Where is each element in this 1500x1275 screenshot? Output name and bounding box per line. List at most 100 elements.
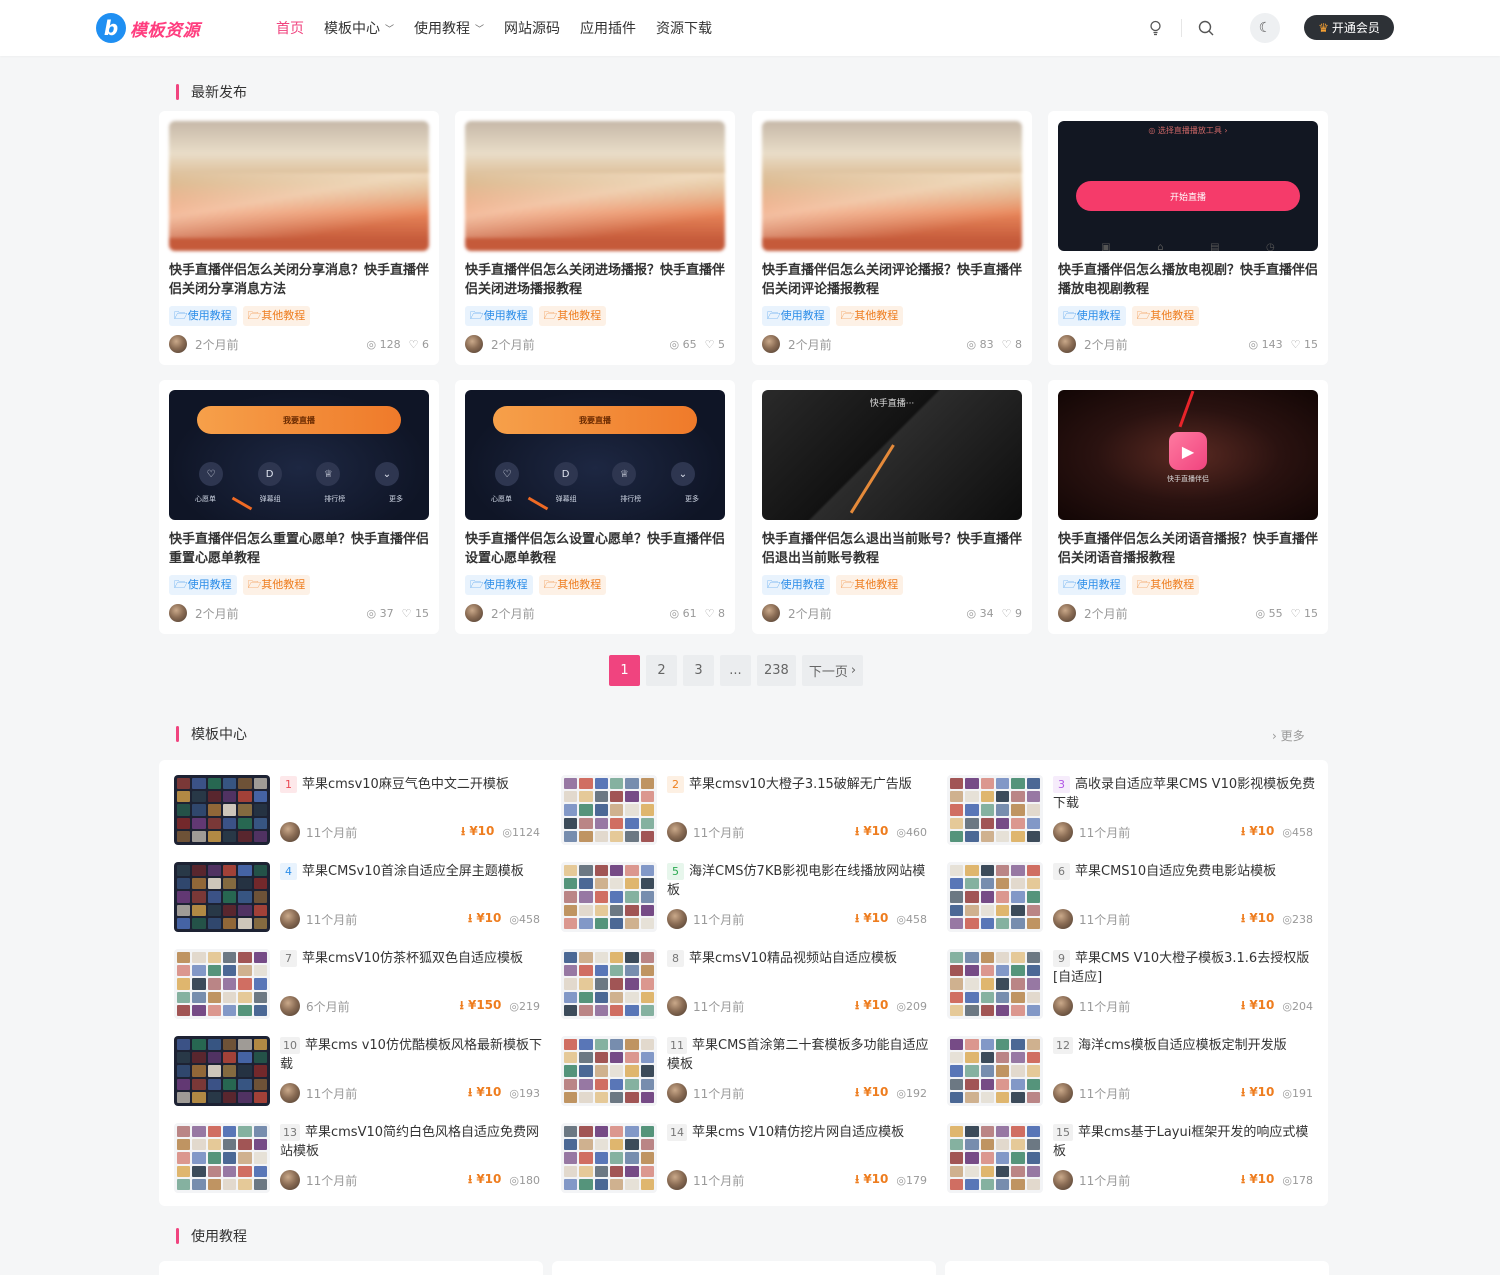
search-icon[interactable] [1196,18,1216,38]
nav-item-home[interactable]: 首页 [276,18,304,38]
tag-tutorial[interactable]: 🗁使用教程 [762,575,830,595]
template-thumbnail[interactable] [561,949,657,1019]
tag-other[interactable]: 🗁其他教程 [242,306,311,326]
template-title[interactable]: 6 苹果CMS10自适应免费电影站模板 [1053,862,1319,900]
page-last-button[interactable]: 238 [757,655,796,686]
template-title[interactable]: 15 苹果cms基于Layui框架开发的响应式模板 [1053,1123,1319,1161]
avatar[interactable] [280,1170,300,1190]
avatar[interactable] [1058,604,1076,622]
post-thumbnail[interactable]: ▶ 快手直播伴侣 [1058,390,1318,520]
post-card[interactable]: 快手直播伴侣怎么关闭评论播报？快手直播伴侣关闭评论播报教程 🗁使用教程 🗁其他教程 2… [752,111,1032,365]
template-item[interactable]: 3 高收录自适应苹果CMS V10影视模板免费下载 11个月前 ⭳ ¥10 ◎458 [947,775,1319,845]
template-thumbnail[interactable] [947,1123,1043,1193]
tag-other[interactable]: 🗁其他教程 [1131,575,1200,595]
tag-tutorial[interactable]: 🗁使用教程 [465,575,533,595]
template-thumbnail[interactable] [561,1123,657,1193]
tag-other[interactable]: 🗁其他教程 [538,575,607,595]
template-title[interactable]: 8 苹果cmsV10精品视频站自适应模板 [667,949,933,987]
template-item[interactable]: 2 苹果cmsv10大橙子3.15破解无广告版 11个月前 ⭳ ¥10 ◎460 [561,775,933,845]
tag-other[interactable]: 🗁其他教程 [835,575,904,595]
tag-tutorial[interactable]: 🗁使用教程 [465,306,533,326]
template-thumbnail[interactable] [174,775,270,845]
post-title[interactable]: 快手直播伴侣怎么关闭分享消息？快手直播伴侣关闭分享消息方法 [169,261,429,299]
template-item[interactable]: 5 海洋CMS仿7KB影视电影在线播放网站模板 11个月前 ⭳ ¥10 ◎458 [561,862,933,932]
template-title[interactable]: 1 苹果cmsv10麻豆气色中文二开模板 [280,775,546,813]
avatar[interactable] [1053,996,1073,1016]
avatar[interactable] [280,1083,300,1103]
template-title[interactable]: 5 海洋CMS仿7KB影视电影在线播放网站模板 [667,862,933,900]
tag-other[interactable]: 🗁其他教程 [538,306,607,326]
avatar[interactable] [762,604,780,622]
avatar[interactable] [1053,822,1073,842]
avatar[interactable] [1053,1170,1073,1190]
template-thumbnail[interactable] [174,1036,270,1106]
avatar[interactable] [465,604,483,622]
tag-tutorial[interactable]: 🗁使用教程 [169,306,237,326]
post-thumbnail[interactable] [465,121,725,251]
avatar[interactable] [169,335,187,353]
post-title[interactable]: 快手直播伴侣怎么关闭进场播报？快手直播伴侣关闭进场播报教程 [465,261,725,299]
post-card[interactable]: ▶ 快手直播伴侣快手直播伴侣怎么关闭语音播报？快手直播伴侣关闭语音播报教程 🗁使用教… [1048,380,1328,634]
template-thumbnail[interactable] [947,775,1043,845]
template-item[interactable]: 13 苹果cmsV10简约白色风格自适应免费网站模板 11个月前 ⭳ ¥10 ◎180 [174,1123,546,1193]
post-title[interactable]: 快手直播伴侣怎么关闭评论播报？快手直播伴侣关闭评论播报教程 [762,261,1022,299]
template-item[interactable]: 4 苹果CMSv10首涂自适应全屏主题模板 11个月前 ⭳ ¥10 ◎458 [174,862,546,932]
avatar[interactable] [667,909,687,929]
avatar[interactable] [762,335,780,353]
template-item[interactable]: 15 苹果cms基于Layui框架开发的响应式模板 11个月前 ⭳ ¥10 ◎178 [947,1123,1319,1193]
template-title[interactable]: 10 苹果cms v10仿优酷模板风格最新模板下载 [280,1036,546,1074]
next-page-button[interactable]: 下一页 › [801,655,864,686]
nav-item-downloads[interactable]: 资源下载 [656,18,712,38]
template-thumbnail[interactable] [174,862,270,932]
tag-tutorial[interactable]: 🗁使用教程 [1058,575,1126,595]
nav-item-templates[interactable]: 模板中心 ﹀ [324,18,394,38]
tutorial-card[interactable] [945,1261,1329,1275]
template-title[interactable]: 3 高收录自适应苹果CMS V10影视模板免费下载 [1053,775,1319,813]
template-thumbnail[interactable] [947,862,1043,932]
template-item[interactable]: 9 苹果CMS V10大橙子模板3.1.6去授权版[自适应] 11个月前 ⭳ ¥10 ◎… [947,949,1319,1019]
template-title[interactable]: 11 苹果CMS首涂第二十套模板多功能自适应模板 [667,1036,933,1074]
post-card[interactable]: 快手直播伴侣怎么关闭分享消息？快手直播伴侣关闭分享消息方法 🗁使用教程 🗁其他教程 2… [159,111,439,365]
post-title[interactable]: 快手直播伴侣怎么关闭语音播报？快手直播伴侣关闭语音播报教程 [1058,530,1318,568]
tag-tutorial[interactable]: 🗁使用教程 [762,306,830,326]
template-item[interactable]: 8 苹果cmsV10精品视频站自适应模板 11个月前 ⭳ ¥10 ◎209 [561,949,933,1019]
tag-tutorial[interactable]: 🗁使用教程 [169,575,237,595]
post-thumbnail[interactable]: ◎ 选择直播播放工具 › 开始直播 ▣ ⌂ ▤ ◷ [1058,121,1318,251]
post-card[interactable]: 快手直播伴侣怎么关闭进场播报？快手直播伴侣关闭进场播报教程 🗁使用教程 🗁其他教程 2… [455,111,735,365]
more-link[interactable]: › 更多 [1272,727,1305,744]
post-thumbnail[interactable]: 快手直播··· [762,390,1022,520]
tag-other[interactable]: 🗁其他教程 [1131,306,1200,326]
template-thumbnail[interactable] [561,862,657,932]
tutorial-card[interactable] [159,1261,543,1275]
page-1-button[interactable]: 1 [609,655,640,686]
nav-item-source[interactable]: 网站源码 [504,18,560,38]
avatar[interactable] [667,996,687,1016]
post-card[interactable]: 我要直播 ♡ D ♕ ⌄ 心愿单 弹幕组 排行榜 更多 快手直播伴侣怎么重置心愿单？快手直播伴侣重… [159,380,439,634]
avatar[interactable] [280,909,300,929]
avatar[interactable] [169,604,187,622]
tag-other[interactable]: 🗁其他教程 [835,306,904,326]
post-title[interactable]: 快手直播伴侣怎么重置心愿单？快手直播伴侣重置心愿单教程 [169,530,429,568]
post-thumbnail[interactable]: 我要直播 ♡ D ♕ ⌄ 心愿单 弹幕组 排行榜 更多 [465,390,725,520]
template-thumbnail[interactable] [947,949,1043,1019]
template-item[interactable]: 7 苹果cmsV10仿茶杯狐双色自适应模板 6个月前 ⭳ ¥150 ◎219 [174,949,546,1019]
dark-mode-toggle[interactable]: ☾ [1250,13,1280,43]
avatar[interactable] [280,822,300,842]
template-item[interactable]: 10 苹果cms v10仿优酷模板风格最新模板下载 11个月前 ⭳ ¥10 ◎193 [174,1036,546,1106]
avatar[interactable] [1053,1083,1073,1103]
post-card[interactable]: ◎ 选择直播播放工具 › 开始直播 ▣ ⌂ ▤ ◷ 快手直播伴侣怎么播放电视剧？快手直播伴侣… [1048,111,1328,365]
vip-button[interactable]: ♛ 开通会员 [1304,15,1394,40]
avatar[interactable] [667,1170,687,1190]
bulb-icon[interactable] [1145,18,1165,38]
template-title[interactable]: 4 苹果CMSv10首涂自适应全屏主题模板 [280,862,546,900]
template-item[interactable]: 12 海洋cms模板自适应模板定制开发版 11个月前 ⭳ ¥10 ◎191 [947,1036,1319,1106]
avatar[interactable] [465,335,483,353]
post-title[interactable]: 快手直播伴侣怎么设置心愿单？快手直播伴侣设置心愿单教程 [465,530,725,568]
template-thumbnail[interactable] [174,1123,270,1193]
avatar[interactable] [667,1083,687,1103]
template-item[interactable]: 1 苹果cmsv10麻豆气色中文二开模板 11个月前 ⭳ ¥10 ◎1124 [174,775,546,845]
nav-item-tutorials[interactable]: 使用教程 ﹀ [414,18,484,38]
tag-other[interactable]: 🗁其他教程 [242,575,311,595]
tutorial-card[interactable] [552,1261,936,1275]
template-thumbnail[interactable] [174,949,270,1019]
